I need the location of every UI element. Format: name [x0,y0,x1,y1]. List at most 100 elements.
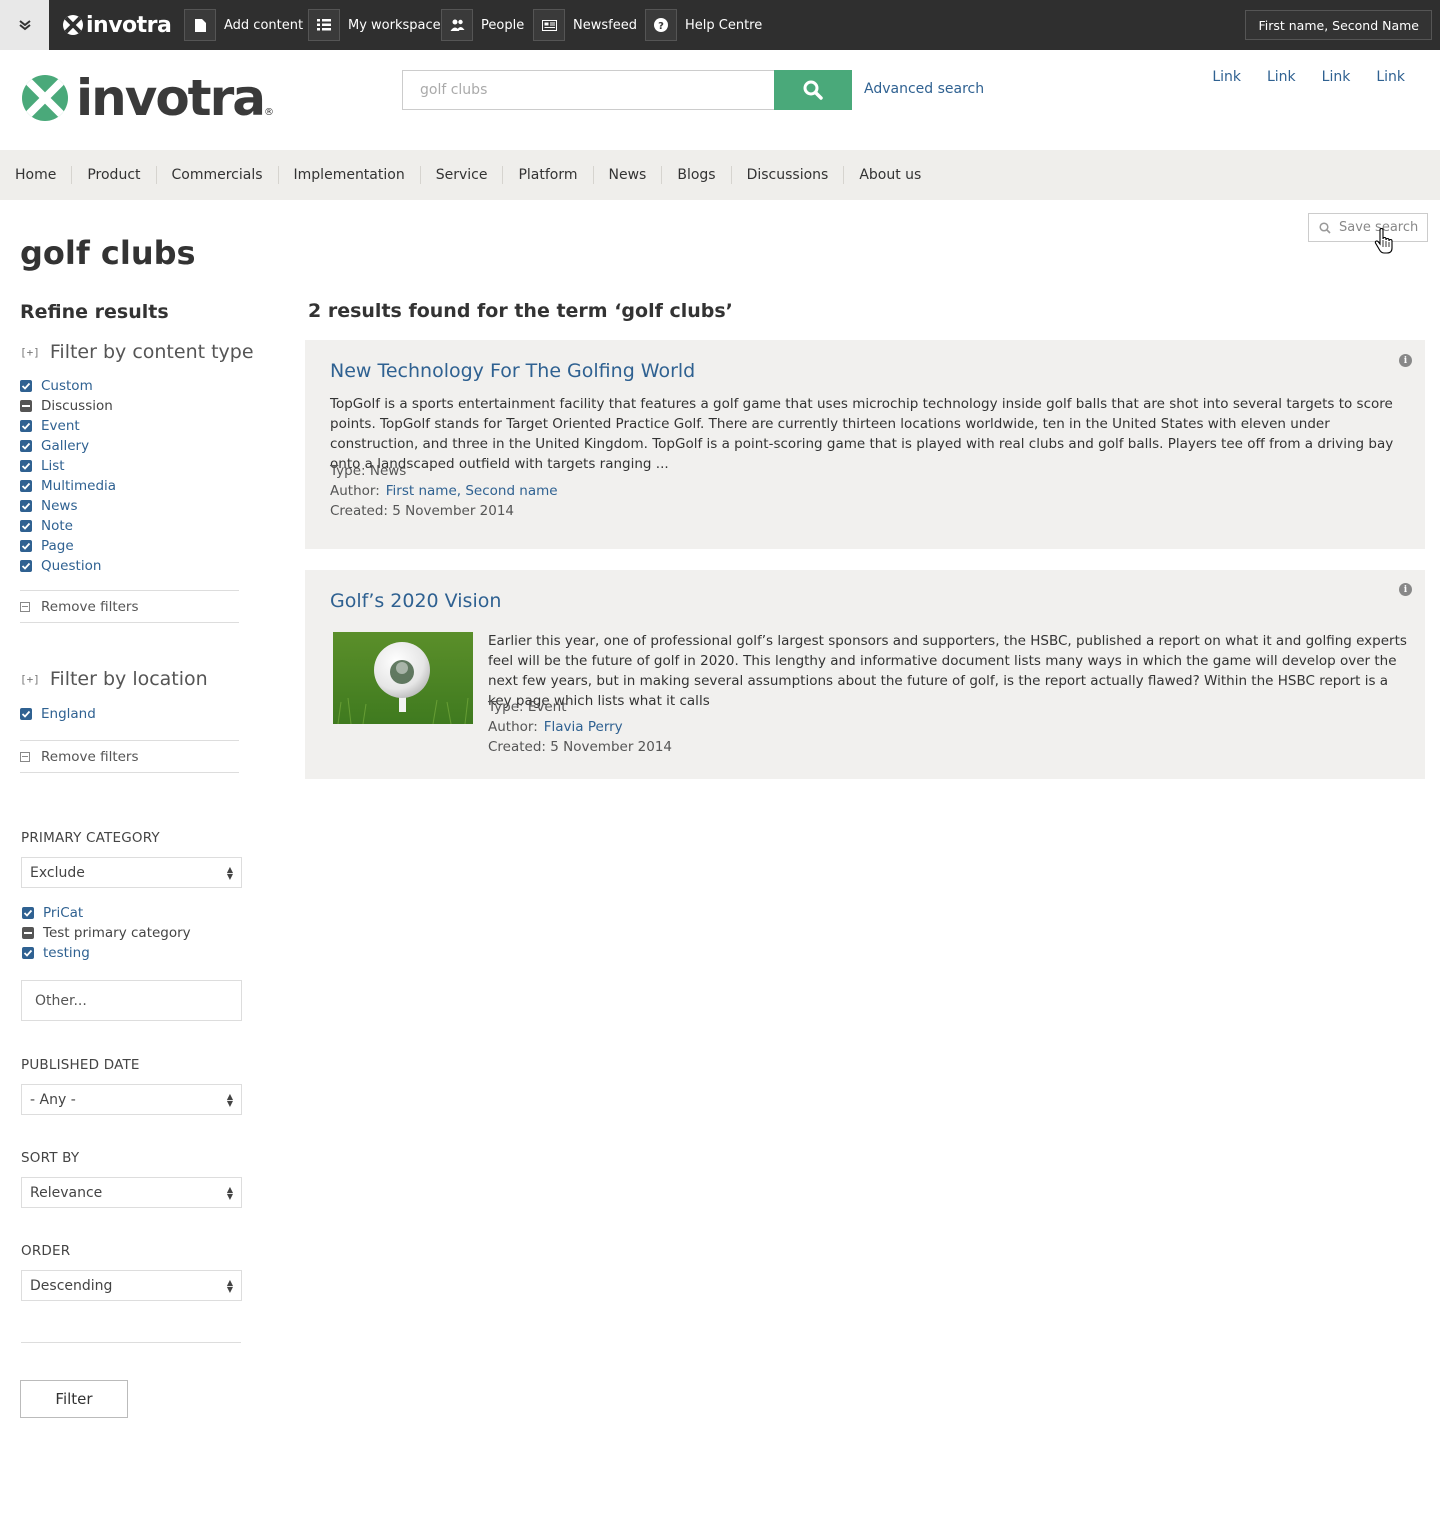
filter-checkbox-item[interactable]: Gallery [20,436,116,456]
toolbar-toggle-button[interactable] [0,0,49,50]
newsfeed-button[interactable]: Newsfeed [533,9,637,41]
filter-checkbox-item[interactable]: testing [22,943,191,963]
save-search-button[interactable]: Save search [1308,213,1428,242]
checkbox-checked-icon[interactable] [20,460,32,472]
filter-checkbox-label[interactable]: Question [41,558,101,574]
sort-by-select[interactable]: Relevance ▲ ▼ [21,1177,242,1208]
filter-checkbox-label[interactable]: Multimedia [41,478,116,494]
nav-item-news[interactable]: News [592,166,662,184]
result-author-link[interactable]: First name, Second name [386,483,558,499]
other-category-input[interactable]: Other... [21,980,242,1021]
order-select[interactable]: Descending ▲ ▼ [21,1270,242,1301]
filter-checkbox-label[interactable]: Gallery [41,438,89,454]
checkbox-checked-icon[interactable] [22,947,34,959]
user-menu-button[interactable]: First name, Second Name [1245,10,1432,40]
checkbox-checked-icon[interactable] [20,540,32,552]
collapse-icon [20,751,30,762]
nav-item-service[interactable]: Service [419,166,503,184]
registered-mark: ® [263,107,274,118]
nav-item-commercials[interactable]: Commercials [155,166,278,184]
filter-checkbox-label[interactable]: News [41,498,77,514]
nav-item-implementation[interactable]: Implementation [277,166,420,184]
header-link-4[interactable]: Link [1376,69,1405,85]
filter-checkbox-label[interactable]: Page [41,538,74,554]
info-icon[interactable]: i [1399,583,1412,596]
filter-checkbox-item[interactable]: Page [20,536,116,556]
filter-checkbox-item[interactable]: Question [20,556,116,576]
checkbox-checked-icon[interactable] [20,520,32,532]
checkbox-checked-icon[interactable] [20,708,32,720]
expand-toggle[interactable]: [+] [20,346,40,359]
header-link-1[interactable]: Link [1212,69,1241,85]
result-thumbnail-image[interactable] [333,632,473,724]
checkbox-checked-icon[interactable] [20,440,32,452]
site-logo[interactable]: invotra ® [22,73,274,123]
checkbox-checked-icon[interactable] [20,480,32,492]
header-link-2[interactable]: Link [1267,69,1296,85]
svg-text:?: ? [658,21,664,32]
nav-item-home[interactable]: Home [0,166,71,184]
primary-category-select[interactable]: Exclude ▲ ▼ [21,857,242,888]
filter-checkbox-label[interactable]: testing [43,945,90,961]
filter-checkbox-label[interactable]: Note [41,518,73,534]
help-centre-button[interactable]: ? Help Centre [645,9,762,41]
expand-toggle[interactable]: [+] [20,673,40,686]
search-input[interactable]: golf clubs [402,70,775,110]
remove-content-type-filters[interactable]: Remove filters [20,590,239,623]
advanced-search-link[interactable]: Advanced search [864,81,984,97]
checkbox-partial-icon[interactable] [22,927,34,939]
checkbox-checked-icon[interactable] [22,907,34,919]
filter-checkbox-item[interactable]: Test primary category [22,923,191,943]
nav-item-platform[interactable]: Platform [502,166,592,184]
result-title-link[interactable]: New Technology For The Golfing World [330,360,695,382]
filter-checkbox-label[interactable]: PriCat [43,905,83,921]
document-icon [184,9,216,41]
header-link-3[interactable]: Link [1322,69,1351,85]
result-author-link[interactable]: Flavia Perry [544,719,623,735]
search-button[interactable] [774,70,852,110]
nav-item-discussions[interactable]: Discussions [730,166,844,184]
filter-location-heading[interactable]: [+] Filter by location [20,668,208,690]
filter-checkbox-item[interactable]: Discussion [20,396,116,416]
filter-checkbox-label[interactable]: Event [41,418,80,434]
my-workspace-button[interactable]: My workspace [308,9,441,41]
checkbox-checked-icon[interactable] [20,560,32,572]
remove-filters-label: Remove filters [41,598,139,615]
remove-location-filters[interactable]: Remove filters [20,740,239,773]
add-content-button[interactable]: Add content [184,9,303,41]
nav-item-blogs[interactable]: Blogs [661,166,730,184]
people-button[interactable]: People [441,9,525,41]
filter-checkbox-item[interactable]: England [20,704,96,724]
filter-checkbox-label[interactable]: List [41,458,65,474]
people-icon [441,9,473,41]
filter-checkbox-item[interactable]: List [20,456,116,476]
filter-checkbox-label[interactable]: Discussion [41,398,113,414]
checkbox-checked-icon[interactable] [20,420,32,432]
filter-checkbox-item[interactable]: Multimedia [20,476,116,496]
checkbox-partial-icon[interactable] [20,400,32,412]
filter-checkbox-item[interactable]: Event [20,416,116,436]
filter-content-type-heading[interactable]: [+] Filter by content type [20,341,254,363]
people-label: People [481,17,525,33]
filter-button[interactable]: Filter [20,1380,128,1418]
filter-checkbox-item[interactable]: News [20,496,116,516]
info-icon[interactable]: i [1399,354,1412,367]
filter-checkbox-item[interactable]: Note [20,516,116,536]
result-title-link[interactable]: Golf’s 2020 Vision [330,590,501,612]
checkbox-checked-icon[interactable] [20,380,32,392]
nav-item-about-us[interactable]: About us [843,166,936,184]
page-title: golf clubs [20,234,196,272]
result-card: New Technology For The Golfing World i T… [305,340,1425,549]
nav-item-product[interactable]: Product [71,166,155,184]
toolbar-logo[interactable]: invotra [63,12,172,38]
filter-checkbox-label[interactable]: Test primary category [43,925,191,941]
checkbox-checked-icon[interactable] [20,500,32,512]
sort-by-label: SORT BY [21,1150,80,1166]
filter-checkbox-label[interactable]: England [41,706,96,722]
published-date-select[interactable]: - Any - ▲ ▼ [21,1084,242,1115]
filter-checkbox-item[interactable]: Custom [20,376,116,396]
filter-checkbox-label[interactable]: Custom [41,378,93,394]
filter-checkbox-item[interactable]: PriCat [22,903,191,923]
primary-category-select-value: Exclude [30,864,85,881]
primary-category-checkbox-list: PriCat Test primary category testing [22,903,191,963]
